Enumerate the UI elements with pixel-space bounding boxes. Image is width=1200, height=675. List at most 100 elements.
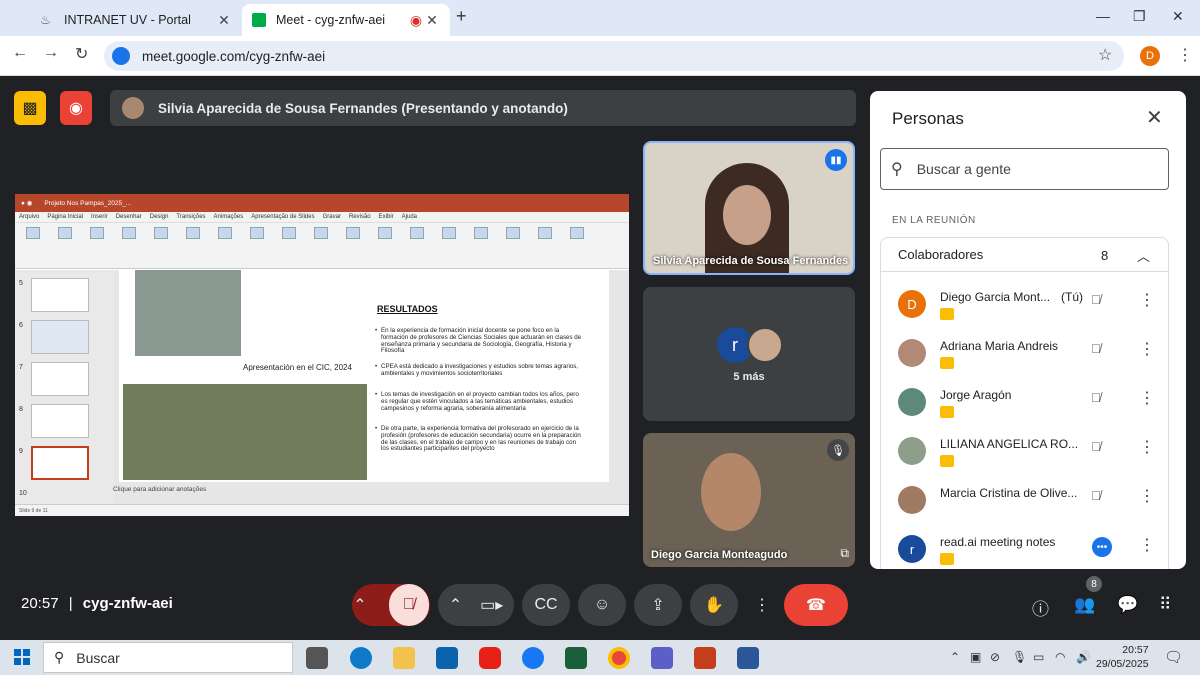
participant-tile-presenter[interactable]: ▮▮ Silvia Aparecida de Sousa Fernandes	[643, 141, 855, 275]
volume-icon[interactable]: 🔊	[1076, 650, 1091, 664]
participant-row[interactable]: Marcia Cristina de Olive... 🎙̸ ⋮	[881, 480, 1168, 529]
word-icon[interactable]	[737, 647, 759, 669]
task-view-icon[interactable]	[306, 647, 328, 669]
captions-button[interactable]: CC	[522, 584, 570, 626]
outlook-icon[interactable]	[436, 647, 458, 669]
tab-intranet[interactable]: ♨ INTRANET UV - Portal ✕	[30, 4, 242, 36]
chevron-up-icon[interactable]: ⌃	[449, 595, 462, 615]
bookmark-star-icon[interactable]: ☆	[1098, 45, 1112, 65]
microphone-icon[interactable]: 🎙	[1012, 650, 1027, 664]
people-icon[interactable]: 👥	[1074, 595, 1095, 615]
people-panel: Personas ✕ ⚲ Buscar a gente EN LA REUNIÓ…	[870, 91, 1186, 569]
menu-item: Desenhar	[115, 214, 142, 220]
minimize-icon[interactable]: —	[1096, 8, 1110, 24]
back-icon[interactable]: ←	[12, 44, 28, 62]
windows-start-icon[interactable]	[14, 649, 30, 665]
more-options-icon[interactable]: ⋮	[1139, 290, 1155, 310]
more-options-button[interactable]: ⋮	[746, 584, 778, 626]
wifi-icon[interactable]: ◠	[1055, 650, 1065, 664]
participant-avatar	[898, 339, 926, 367]
camera-off-indicator-icon[interactable]: ▩	[14, 91, 46, 125]
meeting-info-icon[interactable]: ⓘ	[1032, 595, 1049, 620]
slide-title: RESULTADOS	[377, 304, 438, 314]
more-options-icon[interactable]: ⋮	[1139, 339, 1155, 359]
more-options-icon[interactable]: ⋮	[1139, 388, 1155, 408]
close-tab-icon[interactable]: ✕	[424, 12, 440, 29]
participant-row[interactable]: Jorge Aragón 🎙̸ ⋮	[881, 382, 1168, 431]
ribbon-button	[341, 227, 365, 241]
menu-item: Revisão	[348, 214, 371, 220]
participant-row[interactable]: r read.ai meeting notes ••• ⋮	[881, 529, 1168, 569]
browser-menu-icon[interactable]: ⋮	[1177, 45, 1193, 65]
people-search-input[interactable]: ⚲ Buscar a gente	[880, 148, 1169, 190]
new-tab-icon[interactable]: +	[456, 6, 467, 27]
raise-hand-button[interactable]: ✋	[690, 584, 738, 626]
ribbon-button	[373, 227, 397, 241]
autosave-toggle-icon: ● ◉	[21, 200, 33, 207]
meeting-clock: 20:57	[21, 595, 59, 612]
youtube-icon[interactable]	[479, 647, 501, 669]
chevron-up-icon[interactable]: ︿	[1137, 246, 1150, 265]
facebook-icon[interactable]	[522, 647, 544, 669]
group-header[interactable]: Colaboradores 8 ︿	[881, 238, 1168, 272]
menu-item: Ajuda	[401, 214, 418, 220]
participant-row[interactable]: Adriana Maria Andreis 🎙̸ ⋮	[881, 333, 1168, 382]
pip-icon[interactable]: ⧉	[840, 546, 849, 561]
taskbar-search[interactable]: ⚲ Buscar	[43, 642, 293, 673]
slide-thumbnail	[31, 362, 89, 396]
restore-icon[interactable]: ❐	[1133, 8, 1146, 25]
menu-item: Exibir	[378, 214, 394, 220]
participant-name: read.ai meeting notes	[940, 535, 1056, 549]
reactions-button[interactable]: ☺	[578, 584, 626, 626]
close-window-icon[interactable]: ✕	[1172, 8, 1184, 25]
mic-off-button[interactable]: 🎙̸	[388, 584, 429, 626]
chrome-icon[interactable]	[608, 647, 630, 669]
tray-app-icon[interactable]: ⊘	[990, 650, 1000, 664]
more-options-icon[interactable]: ⋮	[1139, 437, 1155, 457]
tray-app-icon[interactable]: ▣	[970, 650, 981, 664]
tab-meet[interactable]: Meet - cyg-znfw-aei ◉ ✕	[242, 4, 450, 36]
ribbon-button	[117, 227, 141, 241]
more-options-icon[interactable]: ⋮	[1139, 486, 1155, 506]
forward-icon[interactable]: →	[43, 44, 59, 62]
forms-icon	[410, 227, 424, 239]
participant-tile-self[interactable]: 🎙 Diego Garcia Monteagudo ⧉	[643, 433, 855, 567]
menu-item: Design	[149, 214, 169, 220]
chat-icon[interactable]: 💬	[1117, 595, 1138, 615]
mic-control-group: ⌃ 🎙̸	[352, 584, 430, 626]
close-tab-icon[interactable]: ✕	[216, 12, 232, 29]
chevron-up-icon[interactable]: ⌃	[353, 595, 366, 615]
present-button[interactable]: ⇪	[634, 584, 682, 626]
more-participants-tile[interactable]: r 5 más	[643, 287, 855, 421]
close-panel-icon[interactable]: ✕	[1146, 105, 1163, 130]
site-info-icon[interactable]	[112, 47, 130, 65]
tray-chevron-icon[interactable]: ⌃	[950, 650, 960, 664]
thumb-number: 6	[19, 322, 23, 329]
edge-icon[interactable]	[350, 647, 372, 669]
thumb-number: 7	[19, 364, 23, 371]
activities-icon[interactable]: ⠿	[1159, 595, 1171, 615]
browser-tab-strip: ♨ INTRANET UV - Portal ✕ Meet - cyg-znfw…	[0, 0, 1200, 36]
battery-icon[interactable]: ▭	[1033, 650, 1044, 664]
camera-button[interactable]: ▭▸	[480, 595, 503, 615]
participant-row[interactable]: LILIANA ANGELICA RO... 🎙̸ ⋮	[881, 431, 1168, 480]
more-options-icon[interactable]: ⋮	[1139, 535, 1155, 555]
recording-indicator-icon[interactable]: ◉	[60, 91, 92, 125]
url-field[interactable]: meet.google.com/cyg-znfw-aei	[104, 41, 1124, 71]
notifications-icon[interactable]: 🗨	[1164, 648, 1183, 666]
teams-icon[interactable]	[651, 647, 673, 669]
menu-item: Animações	[213, 214, 244, 220]
taskbar-clock[interactable]: 20:57 29/05/2025	[1096, 643, 1149, 671]
recording-dot-icon: ◉	[409, 11, 423, 28]
leave-call-button[interactable]: ☎	[784, 584, 848, 626]
participant-name: Silvia Aparecida de Sousa Fernandes	[653, 255, 849, 267]
participant-row[interactable]: D Diego Garcia Mont... (Tú) 🎙̸ ⋮	[881, 284, 1168, 333]
reload-icon[interactable]: ↻	[75, 44, 88, 64]
ribbon-button	[437, 227, 461, 241]
mic-off-icon: 🎙̸	[1091, 341, 1101, 356]
profile-avatar[interactable]: D	[1140, 46, 1160, 66]
powerpoint-icon[interactable]	[694, 647, 716, 669]
app-icon[interactable]	[565, 647, 587, 669]
mic-off-icon: 🎙	[827, 439, 849, 461]
file-explorer-icon[interactable]	[393, 647, 415, 669]
